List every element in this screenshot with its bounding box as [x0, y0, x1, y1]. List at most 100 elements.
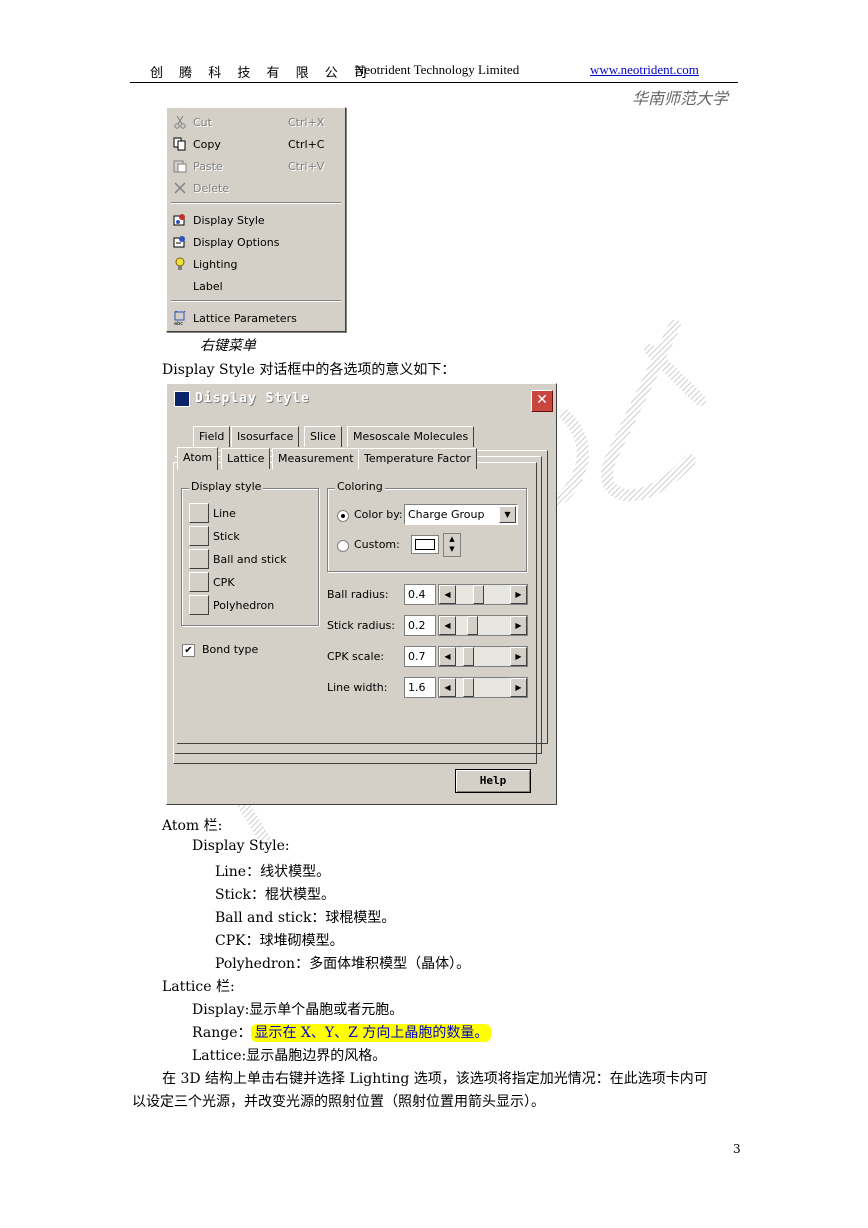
stick-radius-slider[interactable]: ◀ ▶ — [438, 615, 528, 636]
menu-separator — [171, 202, 341, 204]
slider-thumb[interactable] — [467, 616, 478, 635]
menu-item-delete[interactable]: Delete — [167, 178, 345, 198]
tab-measurement[interactable]: Measurement — [272, 448, 360, 469]
close-button[interactable]: ✕ — [531, 390, 553, 412]
cpk-style-label: CPK — [213, 576, 235, 589]
custom-color-swatch[interactable] — [411, 535, 439, 554]
left-arrow-icon[interactable]: ◀ — [439, 585, 456, 604]
delete-icon — [174, 182, 186, 194]
menu-item-label: Display Options — [193, 236, 280, 249]
menu-item-cut[interactable]: Cut Ctrl+X — [167, 112, 345, 132]
tab-lattice[interactable]: Lattice — [221, 448, 271, 469]
range-line: Range： 显示在 X、Y、Z 方向上晶胞的数量。 — [192, 1022, 492, 1042]
dialog-title: Display Style — [195, 391, 310, 406]
tab-temperature-factor[interactable]: Temperature Factor — [358, 448, 477, 469]
help-button[interactable]: Help — [455, 769, 531, 793]
tab-atom[interactable]: Atom — [177, 447, 219, 470]
right-arrow-icon[interactable]: ▶ — [510, 616, 527, 635]
menu-item-display-style[interactable]: Display Style — [167, 210, 345, 230]
stick-style-button[interactable] — [189, 526, 209, 546]
color-by-select[interactable]: Charge Group ▼ — [404, 504, 518, 525]
left-arrow-icon[interactable]: ◀ — [439, 647, 456, 666]
cpk-style-button[interactable] — [189, 572, 209, 592]
tab-mesoscale-molecules[interactable]: Mesoscale Molecules — [347, 426, 475, 447]
atom-heading: Atom 栏: — [162, 818, 223, 834]
lattice-lattice-line: Lattice:显示晶胞边界的风格。 — [192, 1048, 387, 1064]
ball-and-stick-style-button[interactable] — [189, 549, 209, 569]
stick-radius-label: Stick radius: — [327, 619, 395, 632]
paragraph-line-2: 以设定三个光源，并改变光源的照射位置（照射位置用箭头显示）。 — [132, 1094, 545, 1110]
menu-item-label-option[interactable]: Label — [167, 276, 345, 296]
slider-thumb[interactable] — [473, 585, 484, 604]
header-company-cn: 创 腾 科 技 有 限 公 司 — [150, 66, 373, 81]
line-style-button[interactable] — [189, 503, 209, 523]
stick-radius-value: 0.2 — [408, 619, 426, 632]
polyhedron-style-label: Polyhedron — [213, 599, 275, 612]
chevron-down-icon[interactable]: ▼ — [499, 506, 516, 523]
lightbulb-icon — [175, 257, 185, 270]
header-subtitle: 华南师范大学 — [632, 89, 729, 108]
line-width-input[interactable]: 1.6 — [404, 677, 436, 698]
right-arrow-icon[interactable]: ▶ — [510, 647, 527, 666]
display-style-icon — [173, 214, 185, 226]
color-by-radio[interactable] — [337, 510, 349, 522]
line-width-value: 1.6 — [408, 681, 426, 694]
list-item: Ball and stick：球棍模型。 — [215, 910, 396, 926]
page-number: 3 — [733, 1142, 741, 1156]
dialog-titlebar[interactable]: Display Style ✕ — [169, 386, 553, 412]
cpk-scale-slider[interactable]: ◀ ▶ — [438, 646, 528, 667]
display-style-group-label: Display style — [189, 480, 264, 493]
tab-slice[interactable]: Slice — [304, 426, 342, 447]
menu-item-label: Lighting — [193, 258, 238, 271]
slider-thumb[interactable] — [463, 647, 474, 666]
stick-style-label: Stick — [213, 530, 240, 543]
left-arrow-icon[interactable]: ◀ — [439, 616, 456, 635]
menu-item-paste[interactable]: Paste Ctrl+V — [167, 156, 345, 176]
cpk-scale-input[interactable]: 0.7 — [404, 646, 436, 667]
right-arrow-icon[interactable]: ▶ — [510, 585, 527, 604]
display-options-icon — [173, 236, 185, 248]
menu-item-shortcut: Ctrl+X — [288, 116, 325, 129]
menu-item-label: Delete — [193, 182, 230, 195]
header-rule — [130, 82, 738, 83]
left-arrow-icon[interactable]: ◀ — [439, 678, 456, 697]
ball-radius-slider[interactable]: ◀ ▶ — [438, 584, 528, 605]
polyhedron-style-button[interactable] — [189, 595, 209, 615]
custom-color-radio[interactable] — [337, 540, 349, 552]
header-company-en: Neotrident Technology Limited — [355, 62, 520, 77]
stick-radius-input[interactable]: 0.2 — [404, 615, 436, 636]
menu-item-label: Label — [193, 280, 223, 293]
cpk-scale-value: 0.7 — [408, 650, 426, 663]
tab-field[interactable]: Field — [193, 426, 231, 447]
line-width-slider[interactable]: ◀ ▶ — [438, 677, 528, 698]
right-arrow-icon[interactable]: ▶ — [510, 678, 527, 697]
bond-type-label: Bond type — [202, 643, 259, 656]
slider-thumb[interactable] — [463, 678, 474, 697]
menu-item-label: Paste — [193, 160, 223, 173]
list-item: Polyhedron：多面体堆积模型（晶体）。 — [215, 956, 471, 972]
list-item: CPK：球堆砌模型。 — [215, 933, 344, 949]
menu-item-label: Copy — [193, 138, 221, 151]
display-style-dialog: Display Style ✕ Field Isosurface Slice M… — [166, 383, 557, 805]
menu-item-display-options[interactable]: Display Options — [167, 232, 345, 252]
color-by-value: Charge Group — [408, 508, 485, 521]
header-url-link[interactable]: www.neotrident.com — [590, 62, 699, 78]
custom-color-spinner[interactable]: ▲ ▼ — [443, 533, 461, 557]
lattice-display-line: Display:显示单个晶胞或者元胞。 — [192, 1002, 404, 1018]
range-label: Range： — [192, 1025, 252, 1041]
color-by-label: Color by: — [354, 508, 403, 521]
menu-separator — [171, 300, 341, 302]
menu-item-lighting[interactable]: Lighting — [167, 254, 345, 274]
bond-type-checkbox[interactable]: ✔ — [182, 644, 195, 657]
intro-line: Display Style 对话框中的各选项的意义如下： — [162, 362, 456, 378]
tab-isosurface[interactable]: Isosurface — [231, 426, 300, 447]
menu-item-label: Lattice Parameters — [193, 312, 297, 325]
scissors-icon — [174, 115, 186, 129]
menu-item-copy[interactable]: Copy Ctrl+C — [167, 134, 345, 154]
coloring-group — [327, 488, 527, 572]
ball-radius-input[interactable]: 0.4 — [404, 584, 436, 605]
menu-caption: 右键菜单 — [200, 338, 256, 354]
menu-item-lattice-parameters[interactable]: abc Lattice Parameters — [167, 308, 345, 328]
menu-item-shortcut: Ctrl+V — [288, 160, 325, 173]
ball-radius-value: 0.4 — [408, 588, 426, 601]
